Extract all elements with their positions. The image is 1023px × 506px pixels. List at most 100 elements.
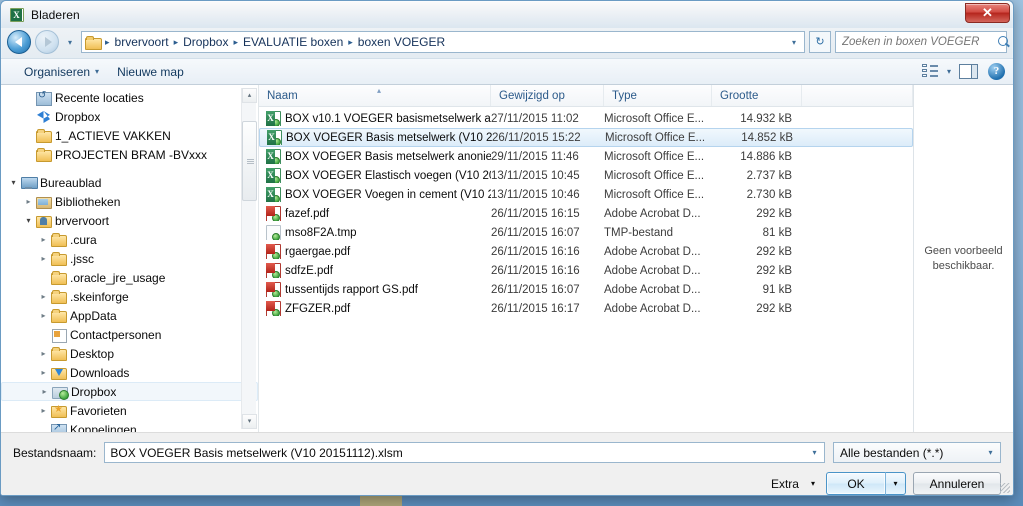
tree-item-dropbox[interactable]: Dropbox xyxy=(1,107,258,126)
chevron-down-icon[interactable]: ▾ xyxy=(786,38,802,47)
resize-grip[interactable] xyxy=(1000,483,1010,493)
cancel-button[interactable]: Annuleren xyxy=(913,472,1001,495)
tree-item-bureaublad[interactable]: ▾ Bureaublad xyxy=(1,173,258,192)
tree-item-appdata[interactable]: ▸ AppData xyxy=(1,306,258,325)
pdf-file-icon xyxy=(265,244,281,259)
file-type-cell: Adobe Acrobat D... xyxy=(604,264,701,277)
filename-label: Bestandsnaam: xyxy=(13,445,97,460)
window-title: Bladeren xyxy=(31,7,80,22)
table-row[interactable]: BOX VOEGER Elastisch voegen (V10 2015...… xyxy=(259,166,913,185)
table-row[interactable]: BOX v10.1 VOEGER basismetselwerk ano...2… xyxy=(259,109,913,128)
file-size-cell: 292 kB xyxy=(756,207,792,220)
breadcrumb-item-3[interactable]: boxen VOEGER xyxy=(355,35,448,49)
file-name-label: ZFGZER.pdf xyxy=(285,302,351,315)
tree-item-favorieten[interactable]: ▸ Favorieten xyxy=(1,401,258,420)
tree-item-desktop[interactable]: ▸ Desktop xyxy=(1,344,258,363)
table-row[interactable]: sdfzE.pdf 26/11/2015 16:16 Adobe Acrobat D… xyxy=(259,261,913,280)
expander-icon[interactable]: ▸ xyxy=(38,387,51,396)
file-type-cell: Adobe Acrobat D... xyxy=(604,302,701,315)
table-row[interactable]: BOX VOEGER Basis metselwerk anoniem ...2… xyxy=(259,147,913,166)
chevron-down-icon[interactable]: ▾ xyxy=(807,448,822,457)
view-mode-dropdown[interactable]: ▾ xyxy=(941,64,957,79)
tree-item-downloads[interactable]: ▸ Downloads xyxy=(1,363,258,382)
table-row[interactable]: BOX VOEGER Voegen in cement (V10 201...1… xyxy=(259,185,913,204)
new-folder-button[interactable]: Nieuwe map xyxy=(108,62,193,82)
title-bar: X Bladeren ✕ xyxy=(1,1,1013,28)
forward-arrow-icon[interactable] xyxy=(35,30,59,54)
tree-item-koppelingen[interactable]: Koppelingen xyxy=(1,420,258,432)
address-bar: ▾ ▸ brvervoort ▸ Dropbox ▸ EVALUATIE box… xyxy=(1,28,1013,58)
expander-icon[interactable]: ▸ xyxy=(37,406,50,415)
tree-item-skeinforge[interactable]: ▸ .skeinforge xyxy=(1,287,258,306)
file-name-label: fazef.pdf xyxy=(285,207,330,220)
ok-button[interactable]: OK xyxy=(826,472,886,495)
file-type-filter[interactable]: Alle bestanden (*.*) ▾ xyxy=(833,442,1001,463)
expander-icon[interactable]: ▸ xyxy=(37,235,50,244)
close-icon[interactable]: ✕ xyxy=(965,3,1010,23)
column-header-naam[interactable]: Naam ▴ xyxy=(259,85,491,106)
expander-icon[interactable]: ▾ xyxy=(7,178,20,187)
extra-button[interactable]: Extra ▾ xyxy=(771,477,819,491)
table-row[interactable]: mso8F2A.tmp 26/11/2015 16:07 TMP-bestand 81… xyxy=(259,223,913,242)
scrollbar-thumb[interactable] xyxy=(242,121,257,201)
back-arrow-icon[interactable] xyxy=(7,30,31,54)
expander-icon[interactable]: ▸ xyxy=(37,349,50,358)
file-name-label: BOX VOEGER Elastisch voegen (V10 2015... xyxy=(285,169,491,182)
expander-icon[interactable]: ▾ xyxy=(22,216,35,225)
ok-dropdown-icon[interactable]: ▾ xyxy=(886,472,906,495)
recent-locations-icon xyxy=(35,90,52,106)
tree-item-jssc[interactable]: ▸ .jssc xyxy=(1,249,258,268)
table-row[interactable]: fazef.pdf 26/11/2015 16:15 Adobe Acrobat D… xyxy=(259,204,913,223)
tree-item-contactpersonen[interactable]: Contactpersonen xyxy=(1,325,258,344)
folder-icon xyxy=(35,128,52,143)
dialog-footer: Bestandsnaam: ▾ Alle bestanden (*.*) ▾ E… xyxy=(1,432,1013,495)
scroll-up-icon[interactable]: ▴ xyxy=(242,88,257,103)
tree-item-recente-locaties[interactable]: Recente locaties xyxy=(1,88,258,107)
search-box[interactable] xyxy=(835,31,1008,53)
table-row[interactable]: tussentijds rapport GS.pdf 26/11/2015 16:… xyxy=(259,280,913,299)
folder-icon xyxy=(50,346,67,361)
breadcrumb-item-2[interactable]: EVALUATIE boxen xyxy=(240,35,346,49)
refresh-icon[interactable]: ↻ xyxy=(809,31,831,53)
expander-icon[interactable]: ▸ xyxy=(22,197,35,206)
tree-scrollbar[interactable]: ▴ ▾ xyxy=(241,88,257,429)
filename-field[interactable]: ▾ xyxy=(104,442,825,463)
breadcrumb-separator: ▸ xyxy=(173,36,179,47)
breadcrumb-item-1[interactable]: Dropbox xyxy=(180,35,231,49)
table-row[interactable]: ZFGZER.pdf 26/11/2015 16:17 Adobe Acrobat … xyxy=(259,299,913,318)
tree-item-bibliotheken[interactable]: ▸ Bibliotheken xyxy=(1,192,258,211)
breadcrumb[interactable]: ▸ brvervoort ▸ Dropbox ▸ EVALUATIE boxen… xyxy=(81,31,805,53)
tree-item-label: Bureaublad xyxy=(40,175,102,190)
search-input[interactable] xyxy=(842,36,998,48)
filename-input[interactable] xyxy=(110,445,807,460)
excel-file-icon xyxy=(266,130,282,145)
expander-icon[interactable]: ▸ xyxy=(37,254,50,263)
scroll-down-icon[interactable]: ▾ xyxy=(242,414,257,429)
help-icon[interactable]: ? xyxy=(988,63,1005,80)
column-header-grootte[interactable]: Grootte xyxy=(712,85,802,106)
column-header-spacer xyxy=(802,85,913,106)
expander-icon[interactable]: ▸ xyxy=(37,368,50,377)
view-mode-icon[interactable] xyxy=(921,64,939,79)
file-size-cell: 14.886 kB xyxy=(740,150,792,163)
table-row[interactable]: BOX VOEGER Basis metselwerk (V10 2015...… xyxy=(259,128,913,147)
column-header-type[interactable]: Type xyxy=(604,85,712,106)
column-header-gewijzigd[interactable]: Gewijzigd op xyxy=(491,85,604,106)
tree-item-label: Favorieten xyxy=(70,403,127,418)
organize-button[interactable]: Organiseren ▾ xyxy=(15,62,108,82)
tree-item-cura[interactable]: ▸ .cura xyxy=(1,230,258,249)
tree-item-projecten-bram-bvxxx[interactable]: PROJECTEN BRAM -BVxxx xyxy=(1,145,258,164)
file-name-cell: BOX VOEGER Voegen in cement (V10 201... xyxy=(259,187,491,202)
table-row[interactable]: rgaergae.pdf 26/11/2015 16:16 Adobe Acroba… xyxy=(259,242,913,261)
tree-item-brvervoort[interactable]: ▾ brvervoort xyxy=(1,211,258,230)
tree-item-oracle-jre-usage[interactable]: .oracle_jre_usage xyxy=(1,268,258,287)
expander-icon[interactable]: ▸ xyxy=(37,292,50,301)
preview-pane-icon[interactable] xyxy=(959,64,978,79)
history-dropdown-icon[interactable]: ▾ xyxy=(63,38,77,47)
tmp-file-icon xyxy=(265,225,281,240)
tree-item-dropbox[interactable]: ▸ Dropbox xyxy=(1,382,258,401)
breadcrumb-item-0[interactable]: brvervoort xyxy=(112,35,172,49)
file-list-pane: Naam ▴ Gewijzigd op Type Grootte BOX v10… xyxy=(259,85,913,432)
expander-icon[interactable]: ▸ xyxy=(37,311,50,320)
tree-item-1-actieve-vakken[interactable]: 1_ACTIEVE VAKKEN xyxy=(1,126,258,145)
